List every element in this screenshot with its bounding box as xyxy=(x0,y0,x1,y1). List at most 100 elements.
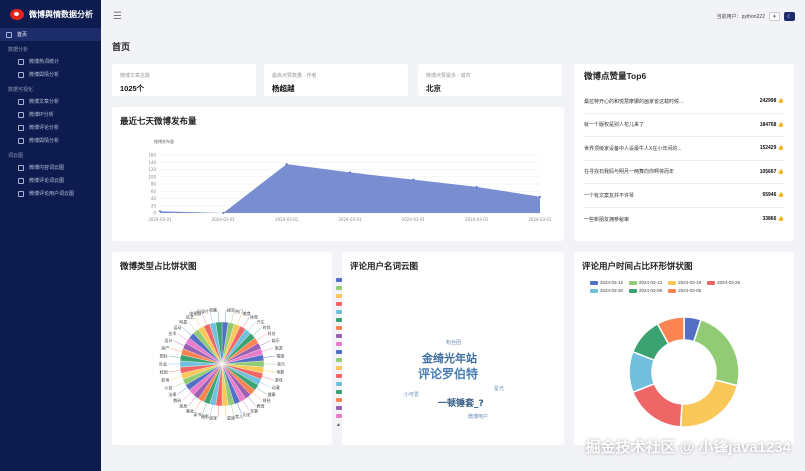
legend-swatch[interactable] xyxy=(336,382,342,386)
sidebar-item-home[interactable]: 首页 xyxy=(0,28,101,41)
sidebar-item-opinion-vis[interactable]: 微博舆情分析 xyxy=(0,134,101,147)
list-item[interactable]: 一个有文案友并不许琴 65946 👍 xyxy=(584,184,784,208)
list-item[interactable]: 就一个版权是别人花儿来了 184768 👍 xyxy=(584,114,784,137)
legend-swatch[interactable] xyxy=(336,398,342,402)
pie-label: 艺术 xyxy=(168,330,176,336)
legend-label: 2024-03-12 xyxy=(600,280,624,285)
sidebar-item-article[interactable]: 微博文章分析 xyxy=(0,95,101,108)
legend-swatch[interactable] xyxy=(336,286,342,290)
item-text: 世界顶级家设备中人设最牛人X在小年间的... xyxy=(584,145,682,152)
legend-swatch[interactable] xyxy=(336,318,342,322)
pie-label: 军事 xyxy=(250,407,258,413)
pie-leader-line xyxy=(194,400,202,411)
legend-swatch[interactable] xyxy=(336,334,342,338)
list-item[interactable]: 在寻找石我妈与明月一两舞向你啊将而年 105667 👍 xyxy=(584,161,784,184)
donut-slice[interactable] xyxy=(692,318,740,387)
pie-leader-line xyxy=(262,347,274,352)
list-item[interactable]: 桑拉特开心的和悦慧摩娜的画家雀这载时候... 242998 👍 xyxy=(584,90,784,114)
nav-group-label: 数据可视化 xyxy=(8,87,34,93)
stat-value: 北京 xyxy=(426,84,441,93)
table-icon xyxy=(18,58,24,65)
legend-swatch xyxy=(668,288,677,293)
data-point[interactable] xyxy=(475,185,478,188)
sidebar-item-comment[interactable]: 微博评论分析 xyxy=(0,121,101,134)
legend-item[interactable]: 2024-03-13 xyxy=(629,280,662,285)
thumbs-up-icon: 👍 xyxy=(777,121,784,128)
legend-swatch[interactable] xyxy=(336,302,342,306)
sidebar-item-content-cloud[interactable]: 微博内容词云图 xyxy=(0,161,101,174)
data-point[interactable] xyxy=(349,171,351,174)
pie-leader-line xyxy=(224,405,227,418)
data-point[interactable] xyxy=(412,178,415,181)
watermark: 掘金技术社区 @ 小锋java1234 xyxy=(585,439,791,456)
legend-label: 2024-03-19 xyxy=(678,280,702,285)
pie-leader-line xyxy=(231,311,235,324)
pie-leader-line xyxy=(242,317,250,328)
sidebar-item-label: 微博评论用户词云图 xyxy=(29,191,75,197)
wordcloud-word: 评论罗伯特 xyxy=(418,366,478,381)
user-box: 当前用户：python222 ☀ ☾ xyxy=(717,12,795,21)
pie-label: 游戏 xyxy=(275,376,283,382)
stat-label: 微博点赞最多 · 城市 xyxy=(426,73,471,79)
legend-swatch xyxy=(668,280,677,285)
legend-item[interactable]: 2024-03-30 xyxy=(590,288,623,293)
pie-leader-line xyxy=(182,327,192,336)
data-point[interactable] xyxy=(539,195,541,198)
legend-swatch[interactable] xyxy=(336,374,342,378)
moon-icon[interactable]: ☾ xyxy=(784,12,795,21)
sidebar-item-hotword[interactable]: 微博热词统计 xyxy=(0,55,101,68)
x-tick-label: 2024-03-01 xyxy=(148,217,172,222)
legend-swatch[interactable] xyxy=(336,366,342,370)
x-tick-label: 2024-03-01 xyxy=(402,217,426,222)
card-title: 微博类型占比饼状图 xyxy=(120,261,197,271)
list-item[interactable]: 一些新朋友拥参秘审 33866 👍 xyxy=(584,208,784,232)
legend-swatch[interactable] xyxy=(336,414,342,418)
sidebar-item-ip[interactable]: 微博IP分析 xyxy=(0,108,101,121)
legend-swatch[interactable] xyxy=(336,326,342,330)
menu-toggle-icon[interactable]: ☰ xyxy=(113,11,122,22)
legend-page-up-icon[interactable]: ▲ xyxy=(336,422,341,428)
legend-swatch[interactable] xyxy=(336,358,342,362)
wordcloud-word: 星光 xyxy=(494,385,504,392)
card-title: 最近七天微博发布量 xyxy=(120,116,197,126)
legend-swatch[interactable] xyxy=(336,342,342,346)
pie-label: 旅游 xyxy=(275,345,283,351)
legend-item[interactable]: 2024-03-08 xyxy=(629,288,662,293)
data-point[interactable] xyxy=(222,212,225,214)
stat-card-articles: 微博文章总数 1025个 xyxy=(112,64,256,96)
donut-slice[interactable] xyxy=(631,382,683,428)
monitor-icon xyxy=(18,164,24,171)
legend-swatch[interactable] xyxy=(336,406,342,410)
legend-item[interactable]: 2024-03-12 xyxy=(590,280,623,285)
donut-card: 评论用户时间占比环形饼状图 2024-03-12 2024-03-13 2024-0… xyxy=(574,252,794,445)
sidebar-item-comment-cloud[interactable]: 微博评论词云图 xyxy=(0,174,101,187)
donut-legend: 2024-03-12 2024-03-13 2024-03-19 2024-03-26… xyxy=(582,280,786,293)
legend-swatch[interactable] xyxy=(336,350,342,354)
y-tick-label: 120 xyxy=(148,167,156,172)
sun-icon[interactable]: ☀ xyxy=(769,12,780,21)
pie-leader-line xyxy=(256,387,267,395)
pie-label: 职场 xyxy=(161,376,169,382)
pie-leader-line xyxy=(194,317,202,328)
legend-swatch[interactable] xyxy=(336,310,342,314)
legend-swatch[interactable] xyxy=(336,294,342,298)
legend-swatch[interactable] xyxy=(336,390,342,394)
y-tick-label: 40 xyxy=(151,196,157,201)
pie-leader-line xyxy=(168,370,181,373)
sidebar-item-opinion[interactable]: 微博舆情分析 xyxy=(0,68,101,81)
y-tick-label: 80 xyxy=(151,182,157,187)
sidebar-item-user-cloud[interactable]: 微博评论用户词云图 xyxy=(0,187,101,200)
legend-item[interactable]: 2024-03-19 xyxy=(668,280,701,285)
thumbs-up-icon: 👍 xyxy=(777,145,784,152)
legend-swatch[interactable] xyxy=(336,278,342,282)
pie-label: 动漫 xyxy=(272,384,280,390)
pie-leader-line xyxy=(217,310,220,323)
data-point[interactable] xyxy=(159,210,161,213)
list-item[interactable]: 世界顶级家设备中人设最牛人X在小年间的... 152429 👍 xyxy=(584,137,784,161)
data-point[interactable] xyxy=(285,163,288,166)
legend-item[interactable]: 2024-03-26 xyxy=(707,280,740,285)
pie-label: 时尚 xyxy=(263,324,271,330)
card-title: 微博点赞量Top6 xyxy=(584,71,647,81)
donut-slice[interactable] xyxy=(679,379,739,428)
legend-item[interactable]: 2024-03-06 xyxy=(668,288,701,293)
